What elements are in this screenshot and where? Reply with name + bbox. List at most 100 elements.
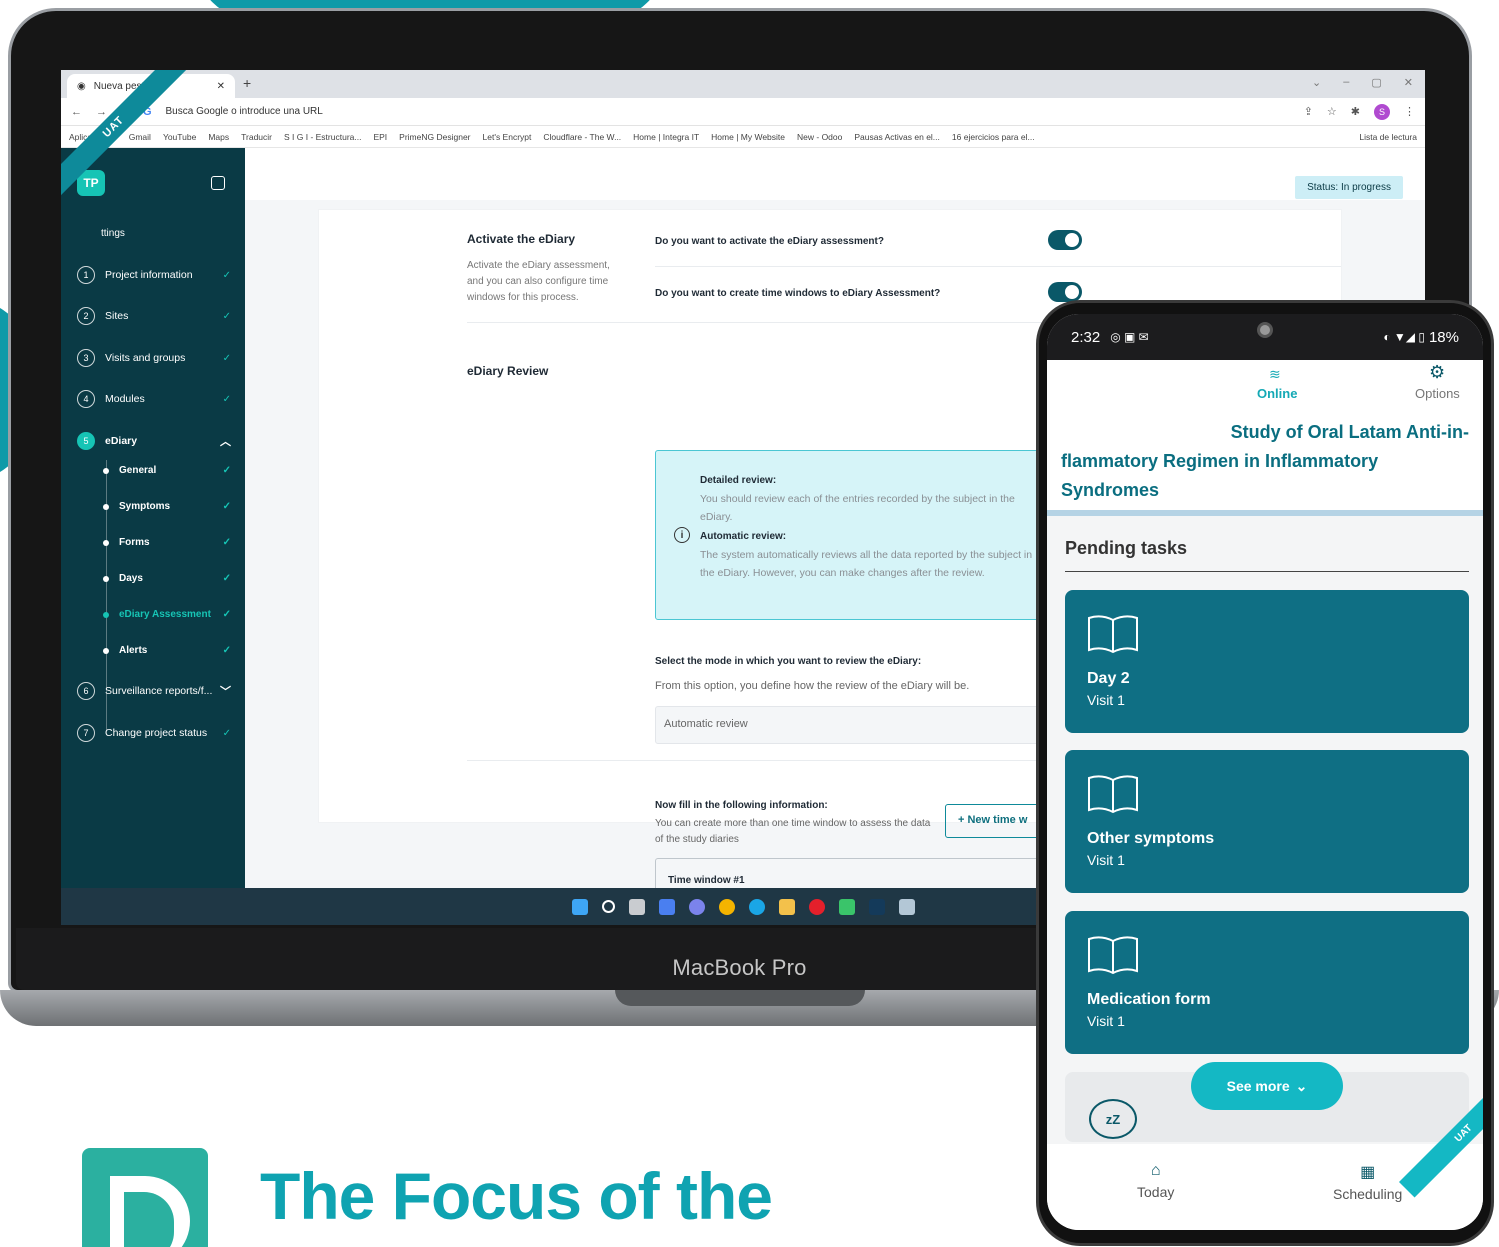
bookmark-item[interactable]: YouTube <box>163 132 196 142</box>
substep-label: General <box>119 465 157 476</box>
headline: The Focus of the <box>260 1159 773 1233</box>
new-tab-icon[interactable]: + <box>243 75 251 91</box>
activate-toggle[interactable] <box>1048 230 1082 250</box>
bookmark-item[interactable]: Maps <box>208 132 229 142</box>
share-icon[interactable]: ⇪ <box>1304 105 1313 118</box>
chevron-down-icon[interactable]: ⌄ <box>1312 76 1321 89</box>
bookmark-item[interactable]: PrimeNG Designer <box>399 132 470 142</box>
chevron-up-icon[interactable]: ︿ <box>220 433 231 449</box>
select-label: Select the mode in which you want to rev… <box>655 656 922 667</box>
photoshop-icon[interactable] <box>868 898 885 915</box>
bookmark-item[interactable]: Let's Encrypt <box>483 132 532 142</box>
divider <box>655 266 1341 267</box>
bullet <box>103 647 109 654</box>
nav-scheduling[interactable]: ▦ Scheduling <box>1333 1162 1402 1202</box>
review-title: eDiary Review <box>467 364 549 378</box>
app-icon[interactable] <box>898 898 915 915</box>
chevron-down-icon: ⌄ <box>1295 1077 1308 1094</box>
extensions-icon[interactable]: ✱ <box>1351 105 1360 118</box>
check-icon: ✓ <box>222 352 231 364</box>
bullet <box>103 539 109 546</box>
close-window-icon[interactable]: ✕ <box>1404 76 1413 89</box>
brand-logo <box>82 1148 208 1247</box>
check-icon: ✓ <box>222 645 231 656</box>
widgets-icon[interactable] <box>658 898 675 915</box>
task-view-icon[interactable] <box>628 898 645 915</box>
divider <box>467 760 1067 761</box>
back-icon[interactable]: ← <box>71 106 82 118</box>
bookmark-item[interactable]: EPI <box>373 132 387 142</box>
see-more-button[interactable]: See more ⌄ <box>1191 1062 1343 1110</box>
step-surveillance-reports[interactable]: 6 Surveillance reports/f... ﹀ <box>77 682 231 700</box>
chrome-icon[interactable] <box>718 898 735 915</box>
gear-icon[interactable]: ⚙ <box>1429 362 1445 383</box>
time-windows-toggle[interactable] <box>1048 282 1082 302</box>
bookmark-item[interactable]: Pausas Activas en el... <box>854 132 940 142</box>
substep-forms[interactable]: Forms ✓ <box>103 537 231 548</box>
review-info-box: i Detailed review: You should review eac… <box>655 450 1055 620</box>
chevron-down-icon[interactable]: ﹀ <box>220 683 231 699</box>
bookmark-item[interactable]: New - Odoo <box>797 132 842 142</box>
step-number: 1 <box>77 266 95 284</box>
search-icon[interactable] <box>601 900 615 913</box>
substep-alerts[interactable]: Alerts ✓ <box>103 645 231 656</box>
edge-icon[interactable] <box>748 898 765 915</box>
check-icon: ✓ <box>222 609 231 620</box>
bookmark-item[interactable]: Gmail <box>129 132 151 142</box>
status-time: 2:32 <box>1071 328 1101 346</box>
step-visits-and-groups[interactable]: 3 Visits and groups ✓ <box>77 349 231 367</box>
browser-tabbar: ◉ Nueva pestaña ✕ + ⌄ – ▢ ✕ <box>61 70 1425 98</box>
task-card[interactable]: Day 2 Visit 1 <box>1065 590 1469 733</box>
substep-symptoms[interactable]: Symptoms ✓ <box>103 501 231 512</box>
check-icon: ✓ <box>222 501 231 512</box>
step-sites[interactable]: 2 Sites ✓ <box>77 307 231 325</box>
laptop-notch <box>615 990 865 1006</box>
step-number: 7 <box>77 724 95 742</box>
step-ediary[interactable]: 5 eDiary ︿ <box>77 432 231 450</box>
bookmark-item[interactable]: Traducir <box>241 132 272 142</box>
menu-kebab-icon[interactable]: ⋮ <box>1404 105 1415 118</box>
step-project-information[interactable]: 1 Project information ✓ <box>77 266 231 284</box>
task-card[interactable]: Medication form Visit 1 <box>1065 911 1469 1054</box>
step-number: 5 <box>77 432 95 450</box>
profile-avatar[interactable]: S <box>1374 103 1390 120</box>
substep-days[interactable]: Days ✓ <box>103 573 231 584</box>
task-card[interactable]: Other symptoms Visit 1 <box>1065 750 1469 893</box>
star-icon[interactable]: ☆ <box>1327 105 1337 118</box>
close-tab-icon[interactable]: ✕ <box>217 81 225 92</box>
question-activate: Do you want to activate the eDiary asses… <box>655 236 884 247</box>
bookmark-item[interactable]: Home | My Website <box>711 132 785 142</box>
windows-start-icon[interactable] <box>571 898 588 915</box>
maximize-icon[interactable]: ▢ <box>1371 76 1381 89</box>
opera-icon[interactable] <box>808 898 825 915</box>
bookmark-item[interactable]: Cloudflare - The W... <box>543 132 621 142</box>
url-input[interactable]: Busca Google o introduce una URL <box>166 106 323 117</box>
step-number: 2 <box>77 307 95 325</box>
notes-icon[interactable] <box>838 898 855 915</box>
study-title: Study of Oral Latam Anti-in- flammatory … <box>1061 418 1469 505</box>
forward-icon[interactable]: → <box>96 106 107 118</box>
bookmark-item[interactable]: Home | Integra IT <box>633 132 699 142</box>
pending-tasks-title: Pending tasks <box>1065 538 1188 558</box>
automatic-review-title: Automatic review: <box>700 531 787 542</box>
nav-today[interactable]: ⌂ Today <box>1137 1162 1174 1200</box>
bookmark-item[interactable]: S I G I - Estructura... <box>284 132 361 142</box>
reading-list[interactable]: Lista de lectura <box>1359 132 1417 142</box>
review-mode-select[interactable]: Automatic review <box>655 706 1075 744</box>
check-icon: ✓ <box>222 573 231 584</box>
collapse-sidebar-icon[interactable] <box>211 176 225 190</box>
file-explorer-icon[interactable] <box>778 898 795 915</box>
options-label[interactable]: Options <box>1415 386 1460 401</box>
minimize-icon[interactable]: – <box>1343 76 1349 89</box>
substep-general[interactable]: General ✓ <box>103 465 231 476</box>
step-change-project-status[interactable]: 7 Change project status ✓ <box>77 724 231 742</box>
activate-title: Activate the eDiary <box>467 232 576 246</box>
home-icon: ⌂ <box>1150 1162 1161 1179</box>
divider <box>1065 571 1469 572</box>
bookmark-item[interactable]: 16 ejercicios para el... <box>952 132 1035 142</box>
step-modules[interactable]: 4 Modules ✓ <box>77 390 231 408</box>
header-accent-bar <box>1047 510 1483 516</box>
chat-icon[interactable] <box>688 898 705 915</box>
step-label: Surveillance reports/f... <box>105 685 213 697</box>
substep-ediary-assessment[interactable]: eDiary Assessment ✓ <box>103 609 231 620</box>
